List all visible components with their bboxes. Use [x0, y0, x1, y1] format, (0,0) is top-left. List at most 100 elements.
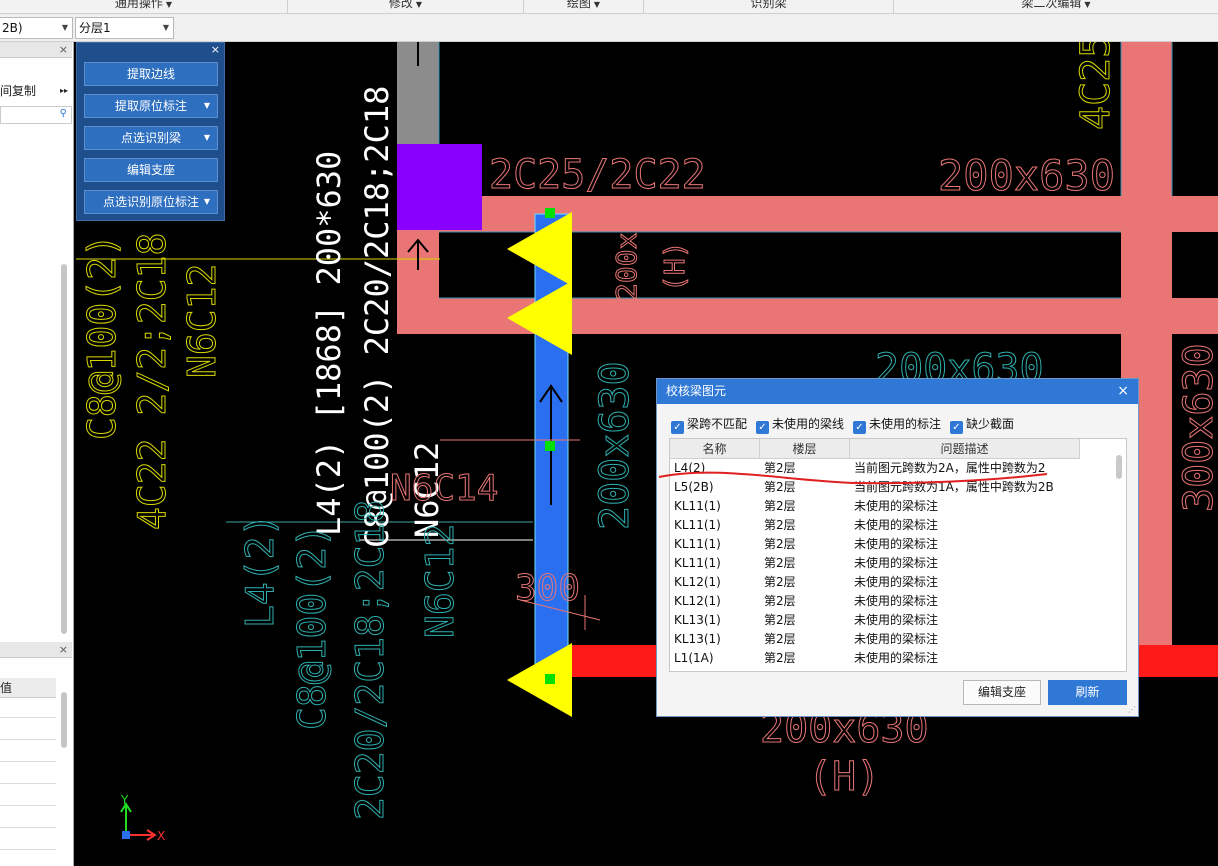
table-row[interactable]: KL13(1) 第2层 未使用的梁标注	[670, 611, 1116, 630]
beam-horizontal-top[interactable]	[397, 196, 1218, 232]
chevron-down-icon: ▼	[162, 23, 169, 32]
cell-floor: 第2层	[764, 575, 796, 589]
ribbon-modify[interactable]: 修改 ▼	[288, 0, 524, 13]
close-icon[interactable]: ×	[211, 43, 220, 56]
left-panel: × 间复制 ▸▸ ⚲ × 值	[0, 42, 74, 866]
close-icon[interactable]: ×	[59, 643, 68, 656]
check-span-mismatch[interactable]: ✓ 梁跨不匹配	[671, 416, 747, 434]
cell-floor: 第2层	[764, 613, 796, 627]
cell-name: KL12(1)	[674, 575, 721, 589]
grip-handle[interactable]	[545, 674, 555, 684]
ribbon: 通用操作 ▼ 修改 ▼ 绘图 ▼ 识别梁 梁二次编辑 ▼	[0, 0, 1218, 14]
cell-floor: 第2层	[764, 632, 796, 646]
table-row[interactable]: KL11(1) 第2层 未使用的梁标注	[670, 516, 1116, 535]
table-row[interactable]: KL12(1) 第2层 未使用的梁标注	[670, 592, 1116, 611]
grid-line	[0, 783, 56, 784]
search-input[interactable]: ⚲	[0, 106, 72, 124]
chevron-down-icon: ▼	[165, 0, 173, 9]
chevron-down-icon[interactable]: ▼	[204, 191, 210, 213]
cad-label: 4C25	[1073, 42, 1119, 130]
property-panel-header: ×	[0, 642, 72, 658]
cell-desc: 未使用的梁标注	[854, 499, 939, 513]
table-row[interactable]: KL13(1) 第2层 未使用的梁标注	[670, 630, 1116, 649]
grid-line	[0, 761, 56, 762]
ribbon-beam-edit[interactable]: 梁二次编辑 ▼	[894, 0, 1218, 13]
extract-annotation-button[interactable]: 提取原位标注 ▼	[84, 94, 218, 118]
chevron-down-icon[interactable]: ▼	[204, 95, 210, 117]
grip-handle[interactable]	[545, 441, 555, 451]
pick-identify-annotation-button[interactable]: 点选识别原位标注 ▼	[84, 190, 218, 214]
cell-name: KL11(1)	[674, 537, 721, 551]
ribbon-draw[interactable]: 绘图 ▼	[524, 0, 644, 13]
cell-name: KL11(1)	[674, 518, 721, 532]
table-row[interactable]: L1(1A) 第2层 未使用的梁标注	[670, 649, 1116, 668]
dialog-title[interactable]: 校核梁图元	[657, 379, 1138, 404]
grid-line	[0, 717, 56, 718]
copy-row[interactable]: 间复制 ▸▸	[0, 82, 72, 100]
cell-floor: 第2层	[764, 537, 796, 551]
check-unused-annotation[interactable]: ✓ 未使用的标注	[853, 416, 941, 434]
ribbon-general[interactable]: 通用操作 ▼	[0, 0, 288, 13]
close-icon[interactable]: ×	[1117, 379, 1129, 404]
check-missing-section[interactable]: ✓ 缺少截面	[950, 416, 1014, 434]
table-row[interactable]: KL11(1) 第2层 未使用的梁标注	[670, 497, 1116, 516]
cad-label: 300x630	[1176, 343, 1218, 512]
cell-desc: 未使用的梁标注	[854, 651, 939, 665]
chevron-down-icon[interactable]: ▼	[204, 127, 210, 149]
cell-desc: 未使用的梁标注	[854, 632, 939, 646]
search-icon[interactable]: ⚲	[60, 108, 67, 119]
floor-select[interactable]: 2B) ▼	[0, 17, 73, 39]
cad-label-beam-name: L4(2) [1868] 200*630	[310, 151, 348, 536]
checkbox-checked-icon[interactable]: ✓	[671, 421, 684, 434]
column-header-description[interactable]: 问题描述	[850, 439, 1080, 459]
column-purple[interactable]	[397, 144, 482, 230]
column-header-floor[interactable]: 楼层	[760, 439, 850, 459]
check-beam-dialog: 校核梁图元 × ✓ 梁跨不匹配 ✓ 未使用的梁线 ✓ 未使用的标注 ✓ 缺少截面 名称 …	[656, 378, 1139, 717]
cell-floor: 第2层	[764, 499, 796, 513]
cell-name: KL13(1)	[674, 613, 721, 627]
cad-label: 300	[515, 568, 580, 609]
cell-floor: 第2层	[764, 594, 796, 608]
cad-label: (H)	[658, 241, 691, 292]
layer-select[interactable]: 分层1 ▼	[75, 17, 174, 39]
cad-label: 2C25/2C22	[489, 152, 706, 198]
table-row[interactable]: KL11(1) 第2层 未使用的梁标注	[670, 554, 1116, 573]
edit-support-button[interactable]: 编辑支座	[84, 158, 218, 182]
checkbox-checked-icon[interactable]: ✓	[853, 421, 866, 434]
cad-label: 200x630	[592, 361, 638, 530]
cell-name: KL13(1)	[674, 632, 721, 646]
toolbar-row: 2B) ▼ 分层1 ▼	[0, 14, 1218, 42]
cell-desc: 未使用的梁标注	[854, 594, 939, 608]
column-header-name[interactable]: 名称	[670, 439, 760, 459]
check-unused-beam-line[interactable]: ✓ 未使用的梁线	[756, 416, 844, 434]
cell-floor: 第2层	[764, 651, 796, 665]
grip-handle[interactable]	[545, 208, 555, 218]
svg-text:Y: Y	[120, 793, 129, 807]
cell-floor: 第2层	[764, 518, 796, 532]
pick-identify-beam-button[interactable]: 点选识别梁 ▼	[84, 126, 218, 150]
close-icon[interactable]: ×	[59, 43, 68, 56]
chevron-down-icon: ▼	[593, 0, 601, 9]
extract-edge-button[interactable]: 提取边线	[84, 62, 218, 86]
cad-label: N6C14	[390, 468, 498, 509]
checkbox-checked-icon[interactable]: ✓	[950, 421, 963, 434]
cell-desc: 未使用的梁标注	[854, 518, 939, 532]
grid-line	[0, 849, 56, 850]
edit-support-dialog-button[interactable]: 编辑支座	[963, 680, 1041, 705]
cell-desc: 未使用的梁标注	[854, 575, 939, 589]
table-row[interactable]: KL11(1) 第2层 未使用的梁标注	[670, 535, 1116, 554]
table-row[interactable]: KL12(1) 第2层 未使用的梁标注	[670, 573, 1116, 592]
cell-name: L1(1A)	[674, 651, 714, 665]
resize-grip-icon[interactable]: ⋰	[1128, 705, 1136, 714]
cad-label: 200x63	[610, 199, 643, 300]
cell-name: KL11(1)	[674, 499, 721, 513]
grid-line	[0, 805, 56, 806]
cad-label: N6C12	[418, 524, 462, 638]
scrollbar[interactable]	[61, 264, 67, 634]
scrollbar[interactable]	[61, 692, 67, 748]
checkbox-checked-icon[interactable]: ✓	[756, 421, 769, 434]
ribbon-identify-beam[interactable]: 识别梁	[644, 0, 894, 13]
scrollbar[interactable]	[1116, 455, 1122, 479]
refresh-button[interactable]: 刷新	[1048, 680, 1127, 705]
red-annotation-mark	[658, 471, 1048, 485]
